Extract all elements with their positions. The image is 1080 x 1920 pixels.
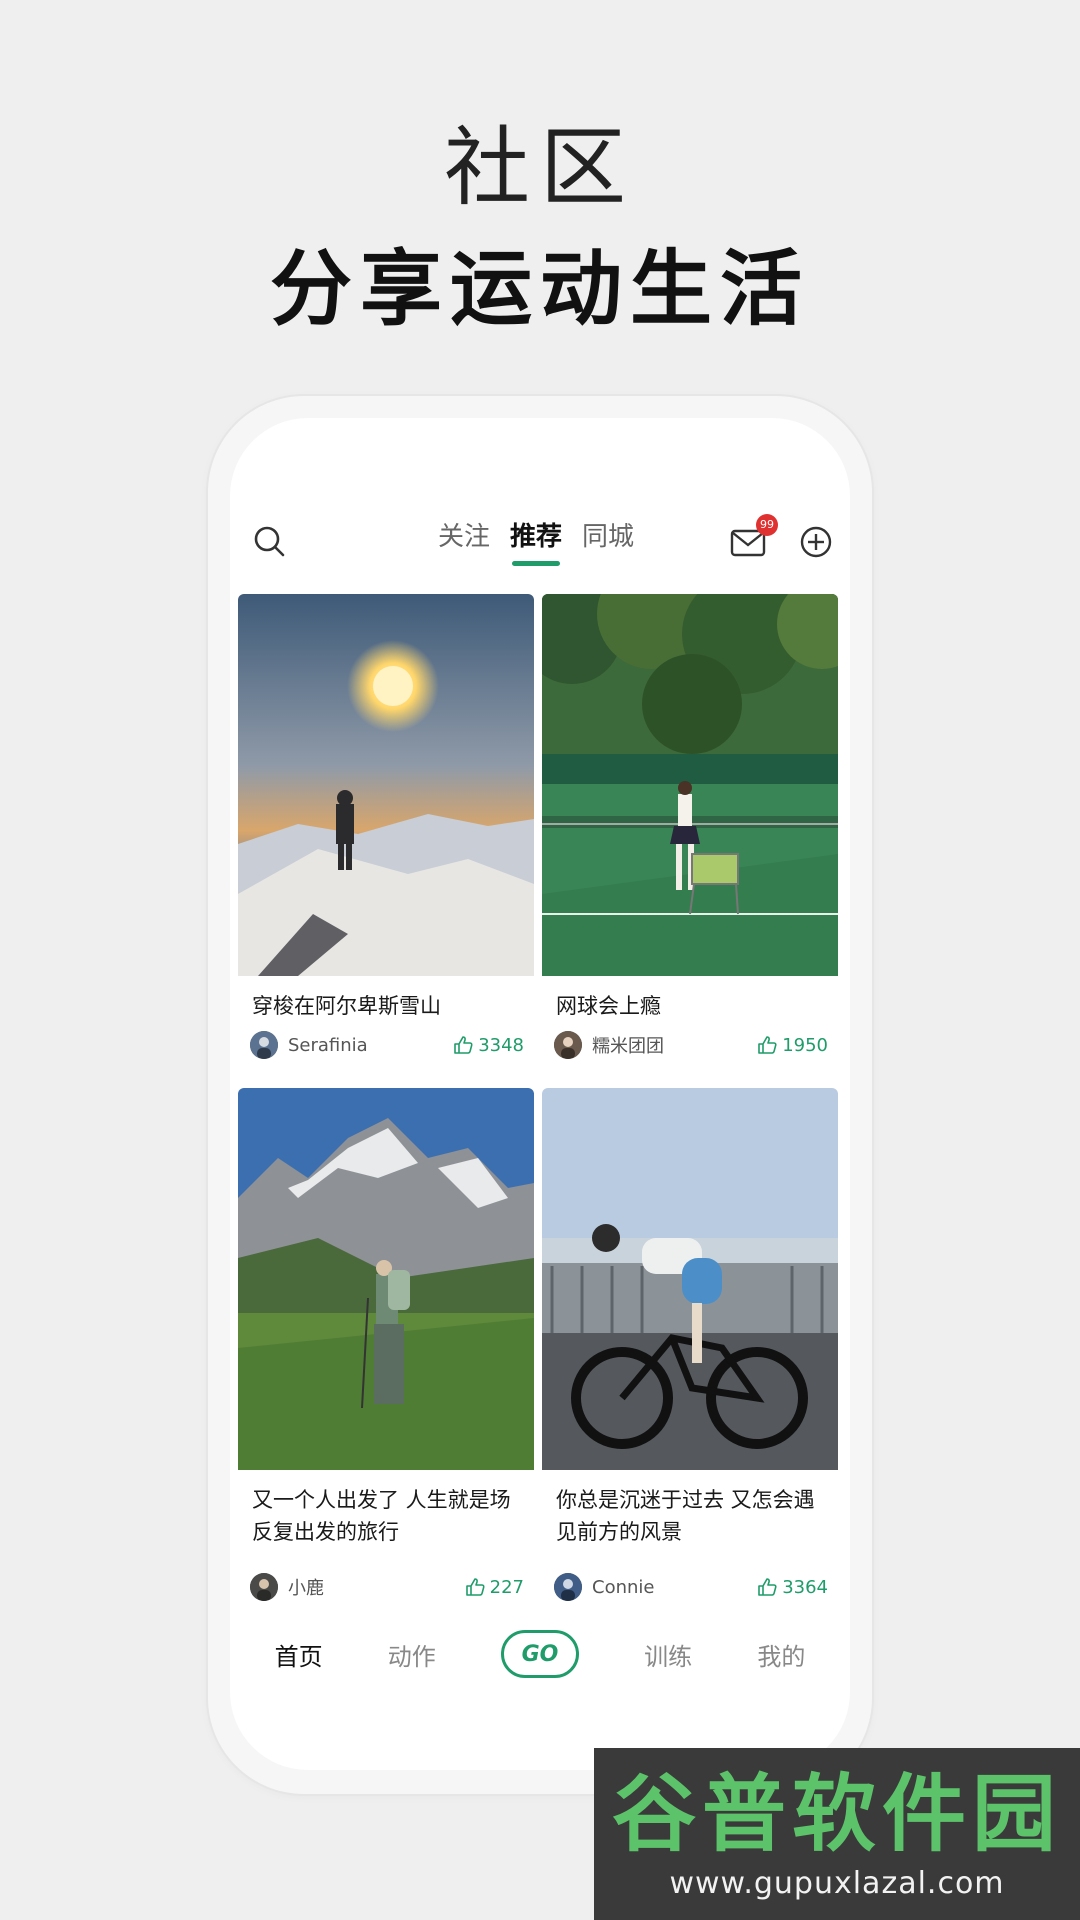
nav-training[interactable]: 训练: [644, 1637, 692, 1672]
community-topbar: 关注 推荐 同城 99: [230, 514, 850, 584]
like-count-value: 3348: [478, 1034, 524, 1056]
tab-local[interactable]: 同城: [582, 520, 634, 554]
post-image-cyclist[interactable]: [542, 1088, 838, 1470]
like-count[interactable]: 227: [464, 1576, 524, 1598]
tab-recommend[interactable]: 推荐: [510, 520, 562, 566]
post-image-hiker[interactable]: [238, 1088, 534, 1470]
post-image-tennis[interactable]: [542, 594, 838, 976]
avatar[interactable]: [250, 1573, 278, 1601]
phone-screen: 关注 推荐 同城 99 穿梭在阿尔卑斯雪山 Serafinia 3348 网球会…: [230, 418, 850, 1770]
nav-mine[interactable]: 我的: [757, 1637, 805, 1672]
search-icon[interactable]: [250, 522, 290, 562]
bottom-nav: 首页 动作 GO 训练 我的: [230, 1614, 850, 1694]
headline: 社区 分享运动生活: [0, 118, 1080, 340]
like-count[interactable]: 3348: [452, 1034, 524, 1056]
username[interactable]: Serafinia: [288, 1035, 452, 1056]
post-title[interactable]: 网球会上瘾: [542, 976, 838, 1022]
thumbs-up-icon: [454, 1036, 473, 1054]
username[interactable]: Connie: [592, 1577, 756, 1598]
headline-line1: 社区: [444, 118, 636, 218]
tab-follow[interactable]: 关注: [438, 520, 490, 554]
headline-line2: 分享运动生活: [269, 242, 810, 337]
watermark-title: 谷普软件园: [611, 1765, 1062, 1863]
like-count-value: 3364: [782, 1576, 828, 1598]
avatar[interactable]: [554, 1573, 582, 1601]
go-button[interactable]: GO: [500, 1630, 579, 1678]
nav-moves[interactable]: 动作: [388, 1637, 436, 1672]
avatar[interactable]: [554, 1031, 582, 1059]
post-meta: Serafinia 3348: [250, 1030, 524, 1060]
message-badge: 99: [756, 514, 778, 536]
username[interactable]: 小鹿: [288, 1574, 464, 1600]
username[interactable]: 糯米团团: [592, 1032, 756, 1058]
like-count[interactable]: 1950: [756, 1034, 828, 1056]
watermark-url: www.gupuxlazal.com: [669, 1866, 1005, 1901]
feed-tabs: 关注 推荐 同城: [438, 520, 634, 566]
post-title[interactable]: 穿梭在阿尔卑斯雪山: [238, 976, 534, 1022]
post-meta: 糯米团团 1950: [554, 1030, 828, 1060]
thumbs-up-icon: [465, 1578, 485, 1596]
thumbs-up-icon: [758, 1036, 777, 1054]
watermark: 谷普软件园 www.gupuxlazal.com: [594, 1748, 1080, 1920]
avatar[interactable]: [250, 1031, 278, 1059]
thumbs-up-icon: [758, 1578, 777, 1596]
nav-home[interactable]: 首页: [275, 1637, 323, 1672]
like-count[interactable]: 3364: [756, 1576, 828, 1598]
add-post-icon[interactable]: [796, 522, 836, 562]
post-meta: 小鹿 227: [250, 1572, 524, 1602]
like-count-value: 1950: [782, 1034, 828, 1056]
post-title[interactable]: 你总是沉迷于过去 又怎会遇见前方的风景: [542, 1470, 838, 1548]
post-card[interactable]: 又一个人出发了 人生就是场反复出发的旅行 小鹿 227: [238, 1088, 534, 1618]
post-image-snow-mountain[interactable]: [238, 594, 534, 976]
like-count-value: 227: [489, 1576, 524, 1598]
post-card[interactable]: 穿梭在阿尔卑斯雪山 Serafinia 3348: [238, 594, 534, 1080]
post-card[interactable]: 你总是沉迷于过去 又怎会遇见前方的风景 Connie 3364: [542, 1088, 838, 1618]
post-meta: Connie 3364: [554, 1572, 828, 1602]
post-card[interactable]: 网球会上瘾 糯米团团 1950: [542, 594, 838, 1080]
post-title[interactable]: 又一个人出发了 人生就是场反复出发的旅行: [238, 1470, 534, 1548]
